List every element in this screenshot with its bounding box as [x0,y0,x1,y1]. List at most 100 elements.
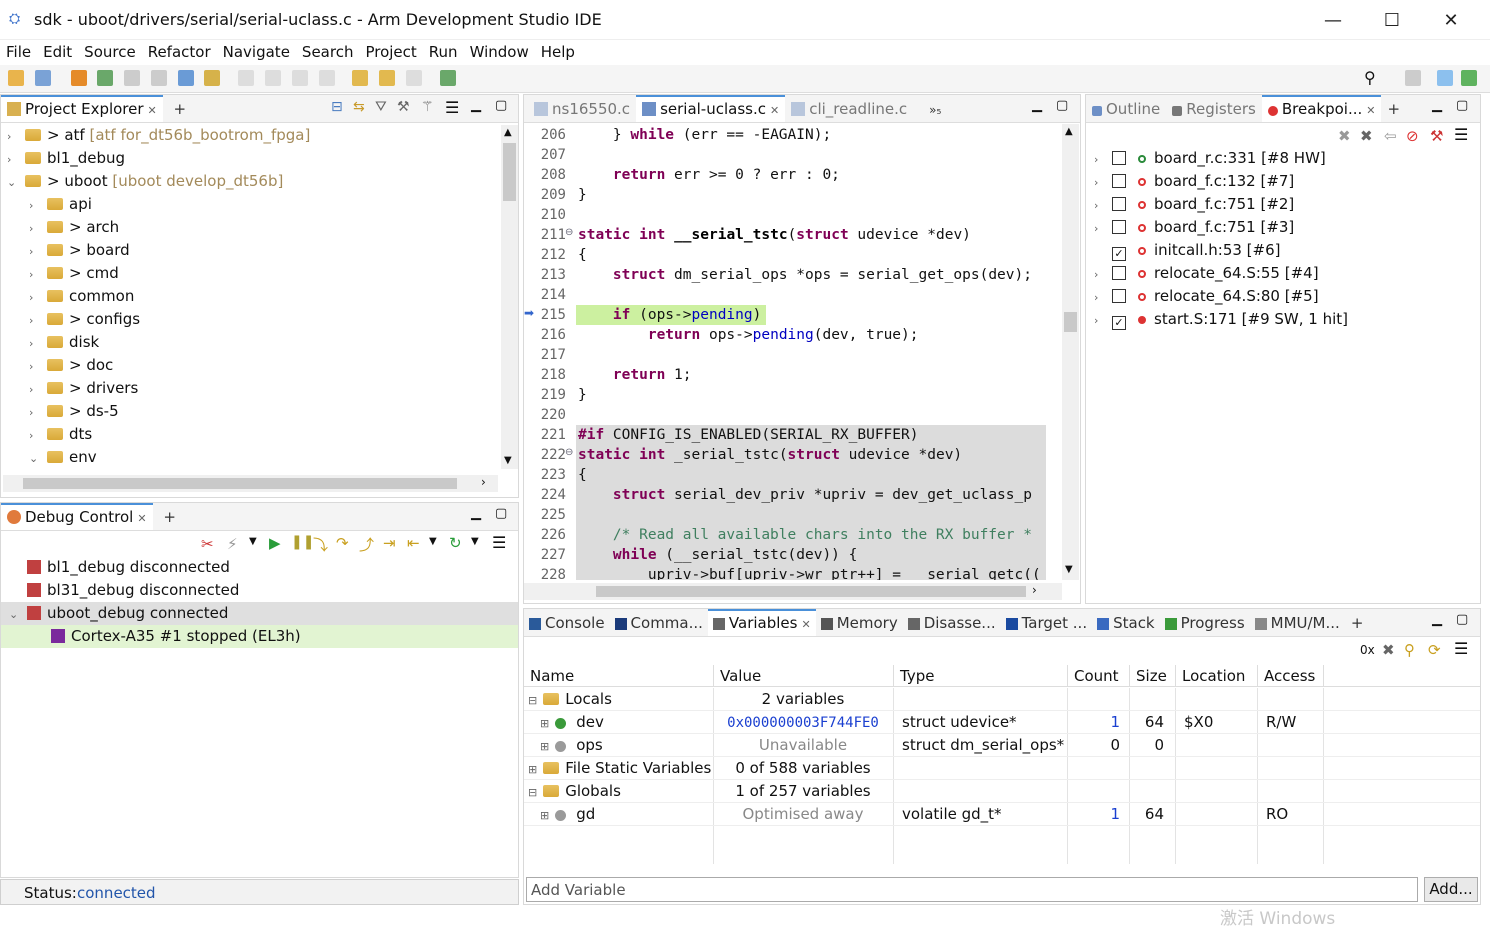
remove-breakpoint-icon[interactable]: ✖ [1338,127,1351,145]
add-view-button[interactable]: + [168,95,193,122]
menu-window[interactable]: Window [464,40,535,64]
tab-registers[interactable]: Registers [1166,95,1262,122]
chevron-right-icon[interactable]: › [1094,194,1106,217]
fold-icon[interactable]: ⊖ [565,447,573,458]
fold-icon[interactable]: ⊖ [565,227,573,238]
tree-item[interactable]: › common [29,285,134,308]
tree-item[interactable]: › > cmd [29,262,119,285]
expand-icon[interactable]: ⊞ [528,763,537,776]
variable-row[interactable]: ⊞ ops Unavailable struct dm_serial_ops* 0 0 [524,734,1480,757]
project-tree-hscroll[interactable]: › [3,475,498,492]
tree-item[interactable]: › disk [29,331,99,354]
column-header-size[interactable]: Size [1130,665,1176,687]
column-header-access[interactable]: Access [1258,665,1324,687]
import-icon[interactable] [34,70,51,86]
variable-row[interactable]: ⊟ Globals 1 of 257 variables [524,780,1480,803]
view-menu-icon[interactable]: ☰ [1454,639,1468,658]
tree-item[interactable]: › > atf [atf for_dt56b_bootrom_fpga] [7,124,310,147]
open-perspective-icon[interactable] [439,70,456,86]
chevron-right-icon[interactable]: › [29,309,41,332]
interrupt-icon[interactable]: ❚❚ [291,534,314,550]
step-over-icon[interactable]: ↷ [336,534,349,552]
chevron-right-icon[interactable]: › [29,378,41,401]
tree-item[interactable]: ⌄ > uboot [uboot develop_dt56b] [7,170,283,193]
open-icon[interactable] [177,70,194,86]
tree-item[interactable]: › > doc [29,354,113,377]
build-project-icon[interactable]: ⚚ [421,99,434,115]
debug-connection-item[interactable]: bl1_debug disconnected [1,556,518,579]
tools-icon[interactable]: ⚒ [397,99,410,115]
editor-vscroll[interactable]: ▲ ▼ [1062,124,1079,580]
step-return-icon[interactable]: ⤴ [359,534,374,555]
editor-tab[interactable]: cli_readline.c [785,95,913,122]
minimize-view-icon[interactable]: ▁ [1032,98,1042,113]
menu-edit[interactable]: Edit [37,40,78,64]
breakpoint-item[interactable]: › ✓ start.S:171 [#9 SW, 1 hit] [1094,308,1348,331]
maximize-view-icon[interactable]: ▢ [1056,98,1068,113]
menu-help[interactable]: Help [535,40,581,64]
chevron-right-icon[interactable]: › [1094,286,1106,309]
minimize-view-icon[interactable]: ▁ [471,506,481,521]
step-instruction-icon[interactable]: ⇥ [383,534,396,552]
remove-variable-icon[interactable]: ✖ [1382,641,1395,659]
minimize-button[interactable]: — [1304,0,1362,40]
step-dropdown-icon[interactable]: ▼ [429,536,437,547]
chevron-right-icon[interactable]: › [29,286,41,309]
variable-row[interactable]: ⊞ dev 0x000000003F744FE0 struct udevice* 1 64… [524,711,1480,734]
menu-run[interactable]: Run [423,40,464,64]
link-editor-icon[interactable]: ⇆ [353,99,365,115]
chevron-right-icon[interactable]: › [29,424,41,447]
new-icon[interactable] [8,70,24,86]
breakpoint-checkbox[interactable] [1112,220,1126,234]
variable-row[interactable]: ⊞ File Static Variables 0 of 588 variables [524,757,1480,780]
editor-tab[interactable]: serial-uclass.c ✕ [636,95,786,122]
tree-item[interactable]: › api [29,193,92,216]
tab-disasse[interactable]: Disasse... [903,609,1001,636]
tab-comma[interactable]: Comma... [610,609,708,636]
add-view-button[interactable]: + [1381,95,1406,122]
search-icon[interactable]: ⚲ [1364,68,1376,87]
close-tab-icon[interactable]: ✕ [1366,104,1375,117]
continue-icon[interactable]: ▶ [269,534,281,552]
maximize-view-icon[interactable]: ▢ [1456,612,1469,627]
chevron-right-icon[interactable]: › [29,194,41,217]
scroll-up-icon[interactable]: ▲ [1065,126,1073,137]
tree-item[interactable]: › > configs [29,308,140,331]
view-menu-icon[interactable]: ☰ [445,98,459,117]
collapse-icon[interactable]: ⊟ [528,694,537,707]
pilcrow-icon[interactable] [318,70,335,86]
tab-mmum[interactable]: MMU/M... [1250,609,1345,636]
more-tabs-button[interactable]: »₅ [923,96,947,122]
menu-source[interactable]: Source [78,40,142,64]
breakpoint-item[interactable]: › relocate_64.S:80 [#5] [1094,285,1319,308]
tab-project-explorer[interactable]: Project Explorer ✕ [1,95,163,122]
hscroll-thumb[interactable] [596,586,1026,597]
chevron-down-icon[interactable]: ⌄ [29,447,41,470]
perspective-icon[interactable] [1405,70,1421,86]
editor-tab[interactable]: ns16550.c [528,95,636,122]
expand-icon[interactable]: ⊞ [540,809,549,822]
column-header-name[interactable]: Name [524,665,714,687]
tab-memory[interactable]: Memory [816,609,903,636]
back-dropdown-icon[interactable] [379,70,396,86]
save-all-icon[interactable] [150,70,167,86]
close-button[interactable]: ✕ [1422,0,1480,40]
hscroll-thumb[interactable] [23,478,457,489]
tree-item[interactable]: › > ds-5 [29,400,119,423]
build-icon[interactable] [70,70,87,86]
tree-item[interactable]: › > arch [29,216,119,239]
chevron-right-icon[interactable]: › [1094,171,1106,194]
scroll-thumb[interactable] [503,143,516,201]
collapse-all-icon[interactable]: ⊟ [331,99,343,115]
tab-breakpoi[interactable]: Breakpoi... ✕ [1261,95,1382,122]
scroll-down-icon[interactable]: ▼ [1065,564,1073,575]
step-into-icon[interactable]: ⤵ [313,534,328,555]
connect-icon[interactable]: ⚡ [227,535,238,553]
refresh-dropdown-icon[interactable]: ▼ [471,536,479,547]
close-tab-icon[interactable]: ✕ [801,618,810,631]
maximize-view-icon[interactable]: ▢ [495,506,507,521]
edit-icon[interactable] [238,70,255,86]
breakpoint-checkbox[interactable] [1112,151,1126,165]
chevron-right-icon[interactable]: › [29,217,41,240]
expand-icon[interactable]: ⊞ [540,740,549,753]
